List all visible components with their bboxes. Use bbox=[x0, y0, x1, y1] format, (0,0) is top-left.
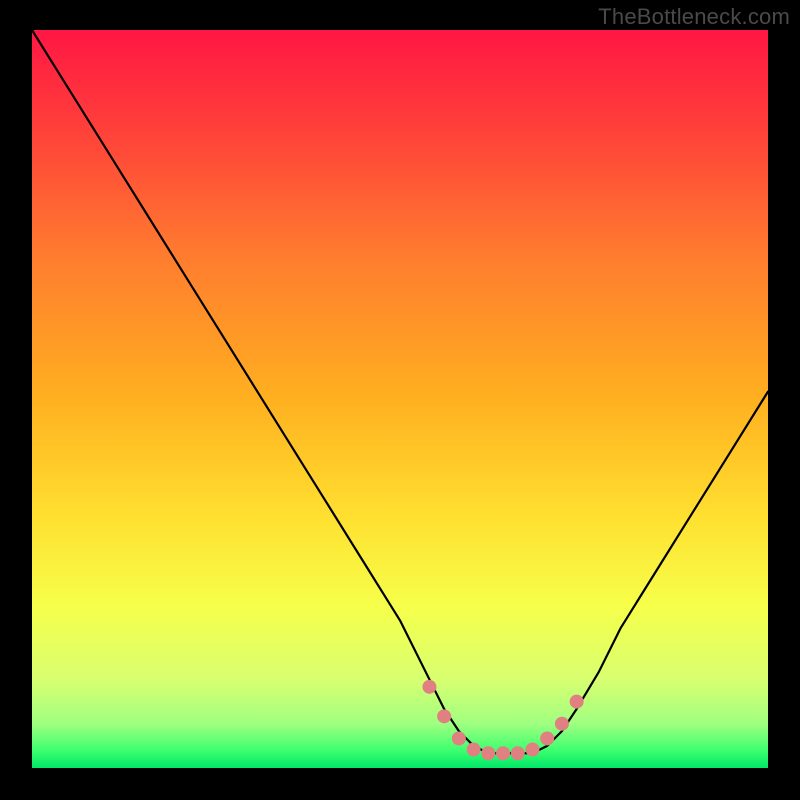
watermark-text: TheBottleneck.com bbox=[598, 4, 790, 30]
highlight-marker bbox=[555, 717, 569, 731]
highlight-marker bbox=[540, 731, 554, 745]
chart-highlight-markers bbox=[422, 680, 583, 760]
highlight-marker bbox=[481, 746, 495, 760]
highlight-marker bbox=[496, 746, 510, 760]
chart-lines-layer bbox=[32, 30, 768, 768]
highlight-marker bbox=[511, 746, 525, 760]
highlight-marker bbox=[570, 695, 584, 709]
chart-curve bbox=[32, 30, 768, 753]
chart-plot-area bbox=[32, 30, 768, 768]
highlight-marker bbox=[467, 743, 481, 757]
highlight-marker bbox=[525, 743, 539, 757]
highlight-marker bbox=[452, 731, 466, 745]
highlight-marker bbox=[422, 680, 436, 694]
highlight-marker bbox=[437, 709, 451, 723]
